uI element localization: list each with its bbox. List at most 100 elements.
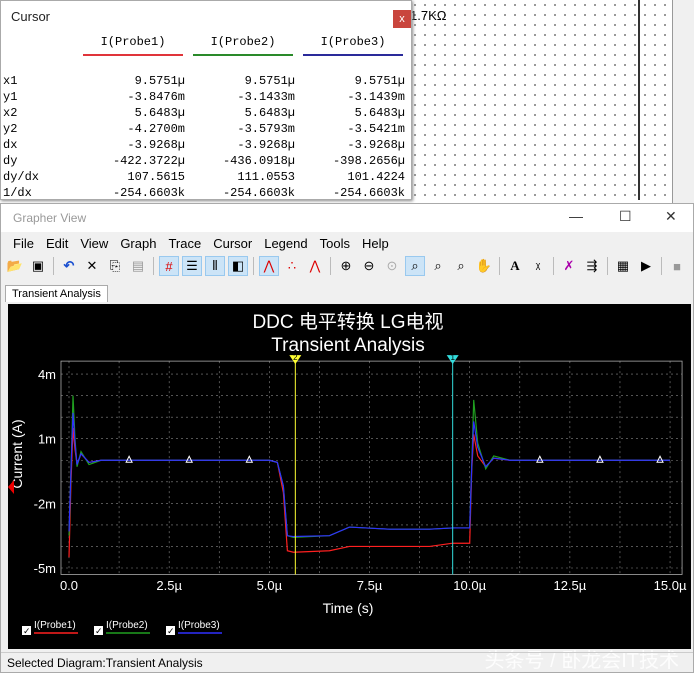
row-value: -3.5793m — [237, 122, 295, 136]
schematic-background: 1.7KΩ — [410, 0, 694, 205]
cursor-1-label: 1 — [450, 353, 455, 362]
excel-export-icon[interactable]: ▦ — [613, 256, 633, 276]
save-icon[interactable]: ▣ — [28, 256, 48, 276]
legend-label: I(Probe3) — [178, 620, 220, 631]
line-points-icon[interactable]: ⋀ — [305, 256, 325, 276]
column-label: I(Probe2) — [210, 35, 276, 49]
line-trace-icon[interactable]: ⋀ — [259, 256, 279, 276]
grapher-window: Grapher View — ☐ ✕ File Edit View Graph Trac… — [0, 203, 694, 673]
row-value: 5.6483µ — [354, 106, 405, 120]
legend-label: I(Probe2) — [106, 620, 148, 631]
status-bar: Selected Diagram:Transient Analysis — [1, 652, 693, 672]
row-value: 5.6483µ — [244, 106, 295, 120]
row-value: -4.2700m — [127, 122, 185, 136]
plot-frame — [60, 360, 683, 575]
row-value: -3.5421m — [347, 122, 405, 136]
menu-help[interactable]: Help — [356, 236, 395, 251]
resistor-label: 1.7KΩ — [410, 8, 447, 23]
menu-cursor[interactable]: Cursor — [207, 236, 258, 251]
copy-icon[interactable]: ⎘ — [105, 256, 125, 276]
zoom-x-icon[interactable]: ⌕ — [428, 256, 448, 276]
overlay-traces-icon[interactable]: ✗ — [559, 256, 579, 276]
menu-tools[interactable]: Tools — [314, 236, 356, 251]
tab-transient-analysis[interactable]: Transient Analysis — [5, 285, 108, 302]
legend-check-mark: ✓ — [167, 626, 175, 636]
text-icon[interactable]: A — [505, 256, 525, 276]
legend-check-mark: ✓ — [95, 626, 103, 636]
menu-legend[interactable]: Legend — [258, 236, 313, 251]
menu-edit[interactable]: Edit — [40, 236, 74, 251]
menu-view[interactable]: View — [74, 236, 114, 251]
column-header: I(Probe1) — [83, 35, 183, 56]
cursor-window: Cursor x I(Probe1) I(Probe2) I(Probe3) x1 9.… — [0, 0, 412, 200]
cursor-row: dy -422.3722µ -436.0918µ -398.2656µ — [3, 154, 413, 170]
minimize-button[interactable]: — — [569, 208, 583, 224]
menu-file[interactable]: File — [7, 236, 40, 251]
close-button[interactable]: ✕ — [665, 208, 677, 225]
open-icon[interactable]: 📂 — [5, 256, 25, 276]
zoom-100-icon[interactable]: ⊙ — [382, 256, 402, 276]
x-axis-label: Time (s) — [323, 600, 374, 616]
y-tick-label: 1m — [38, 432, 56, 447]
close-button[interactable]: x — [393, 10, 411, 28]
row-value: 101.4224 — [347, 170, 405, 184]
undo-icon[interactable]: ↶ — [59, 256, 79, 276]
legend-check-mark: ✓ — [23, 626, 31, 636]
y-tick-label: 4m — [38, 367, 56, 382]
background-icon[interactable]: ◧ — [228, 256, 248, 276]
maximize-button[interactable]: ☐ — [619, 208, 632, 225]
menu-graph[interactable]: Graph — [114, 236, 162, 251]
row-value: -3.9268µ — [127, 138, 185, 152]
row-value: -398.2656µ — [332, 154, 405, 168]
zoom-y-icon[interactable]: ⌕ — [451, 256, 471, 276]
column-header: I(Probe2) — [193, 35, 293, 56]
row-value: -254.6603k — [222, 186, 295, 200]
legend-label: I(Probe1) — [34, 620, 76, 631]
plot-area[interactable]: DDC 电平转换 LG电视 Transient Analysis Time (s) C… — [8, 304, 691, 649]
data-marker — [125, 455, 133, 463]
row-value: -254.6603k — [112, 186, 185, 200]
cursor-window-title: Cursor — [11, 9, 51, 24]
row-value: -436.0918µ — [222, 154, 295, 168]
row-value: -3.9268µ — [347, 138, 405, 152]
wire — [638, 0, 640, 200]
window-title: Grapher View — [13, 211, 87, 225]
column-label: I(Probe3) — [320, 35, 386, 49]
stop-icon[interactable]: ■ — [667, 256, 687, 276]
legend-icon[interactable]: ☰ — [182, 256, 202, 276]
column-color-line — [193, 54, 293, 56]
zoom-out-icon[interactable]: ⊖ — [359, 256, 379, 276]
cursor-row: 1/dx -254.6603k -254.6603k -254.6603k — [3, 186, 413, 202]
column-color-line — [83, 54, 183, 56]
cut-icon[interactable]: ✕ — [82, 256, 102, 276]
paste-icon[interactable]: ▤ — [128, 256, 148, 276]
row-value: -3.9268µ — [237, 138, 295, 152]
cursor-row: dx -3.9268µ -3.9268µ -3.9268µ — [3, 138, 413, 154]
cursors-icon[interactable]: ⫴ — [205, 256, 225, 276]
points-trace-icon[interactable]: ∴ — [282, 256, 302, 276]
export-icon[interactable]: ⇶ — [582, 256, 602, 276]
label-icon[interactable]: ᵡ — [528, 256, 548, 276]
row-value: 5.6483µ — [134, 106, 185, 120]
zoom-in-icon[interactable]: ⊕ — [336, 256, 356, 276]
x-tick-label: 7.5µ — [357, 578, 383, 593]
toolbar: 📂 ▣ ↶ ✕ ⎘ ▤ # ☰ ⫴ ◧ ⋀ ∴ ⋀ ⊕ ⊖ ⊙ ⌕ ⌕ ⌕ ✋ … — [1, 254, 693, 278]
zoom-area-icon[interactable]: ⌕ — [405, 256, 425, 276]
schematic-scrollbar[interactable] — [672, 0, 694, 205]
x-tick-label: 2.5µ — [156, 578, 182, 593]
cursor-row: y2 -4.2700m -3.5793m -3.5421m — [3, 122, 413, 138]
row-value: -254.6603k — [332, 186, 405, 200]
x-tick-label: 5.0µ — [257, 578, 283, 593]
mathcad-export-icon[interactable]: ▶ — [636, 256, 656, 276]
cursor-2-label: 2 — [293, 353, 298, 362]
menu-trace[interactable]: Trace — [162, 236, 207, 251]
row-value: 9.5751µ — [354, 74, 405, 88]
data-marker — [185, 455, 194, 463]
x-tick-label: 0.0 — [60, 578, 78, 593]
chart: DDC 电平转换 LG电视Transient AnalysisTime (s)C… — [8, 311, 687, 636]
grid-icon[interactable]: # — [159, 256, 179, 276]
pan-icon[interactable]: ✋ — [474, 256, 494, 276]
data-marker — [596, 455, 604, 463]
row-value: -3.1433m — [237, 90, 295, 104]
y-axis-label: Current (A) — [9, 419, 25, 488]
